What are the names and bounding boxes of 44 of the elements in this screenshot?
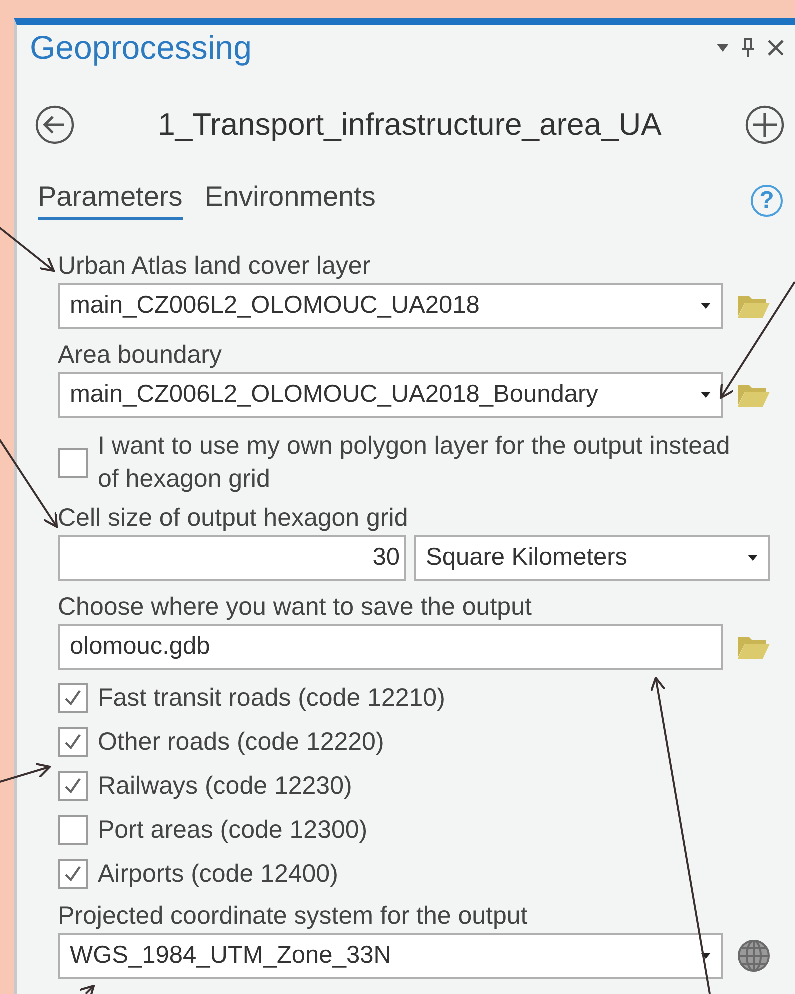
check-icon — [63, 688, 83, 708]
field-label: Projected coordinate system for the output — [58, 902, 529, 930]
add-icon[interactable] — [745, 105, 785, 145]
checkbox-label[interactable]: Airports (code 12400) — [98, 858, 738, 890]
dropdown[interactable]: Square Kilometers — [414, 535, 770, 581]
checkbox[interactable] — [58, 448, 88, 478]
caret-icon — [701, 953, 711, 959]
check-icon — [63, 864, 83, 884]
annotation-arrow — [0, 762, 52, 783]
checkbox[interactable] — [58, 683, 88, 713]
checkbox-label[interactable]: Railways (code 12230) — [98, 770, 738, 802]
checkbox[interactable] — [58, 815, 88, 845]
field-label: Choose where you want to save the output — [58, 593, 533, 621]
dropdown[interactable]: WGS_1984_UTM_Zone_33N — [58, 933, 723, 979]
checkbox-label[interactable]: Port areas (code 12300) — [98, 814, 738, 846]
dropdown-icon[interactable] — [717, 44, 729, 52]
field-label: Area boundary — [58, 341, 224, 369]
tab[interactable]: Parameters — [38, 181, 183, 220]
caret-icon — [701, 303, 711, 309]
annotation-arrow — [0, 227, 56, 272]
checkbox-label[interactable]: Fast transit roads (code 12210) — [98, 682, 738, 714]
dropdown[interactable]: main_CZ006L2_OLOMOUC_UA2018 — [58, 283, 723, 329]
dropdown[interactable]: main_CZ006L2_OLOMOUC_UA2018_Boundary — [58, 372, 723, 418]
checkbox[interactable] — [58, 727, 88, 757]
close-icon[interactable] — [767, 39, 785, 57]
checkbox[interactable] — [58, 771, 88, 801]
caret-icon — [701, 392, 711, 398]
checkbox[interactable] — [58, 859, 88, 889]
input-field[interactable]: olomouc.gdb — [58, 624, 723, 670]
check-icon — [63, 732, 83, 752]
checkbox-label[interactable]: I want to use my own polygon layer for the output instead of hexagon grid — [98, 430, 738, 496]
back-icon[interactable] — [35, 105, 75, 145]
globe-icon[interactable] — [737, 939, 771, 973]
tool-title: 1_Transport_infrastructure_area_UA — [157, 107, 663, 143]
annotation-arrow — [78, 984, 96, 994]
check-icon — [63, 776, 83, 796]
caret-icon — [748, 555, 758, 561]
window-title: Geoprocessing — [30, 29, 252, 67]
pin-icon[interactable] — [741, 38, 755, 58]
number-field[interactable]: 30 — [58, 535, 406, 581]
field-label: Cell size of output hexagon grid — [58, 504, 410, 532]
field-label: Urban Atlas land cover layer — [58, 252, 372, 280]
checkbox-label[interactable]: Other roads (code 12220) — [98, 726, 738, 758]
tab[interactable]: Environments — [204, 181, 376, 220]
